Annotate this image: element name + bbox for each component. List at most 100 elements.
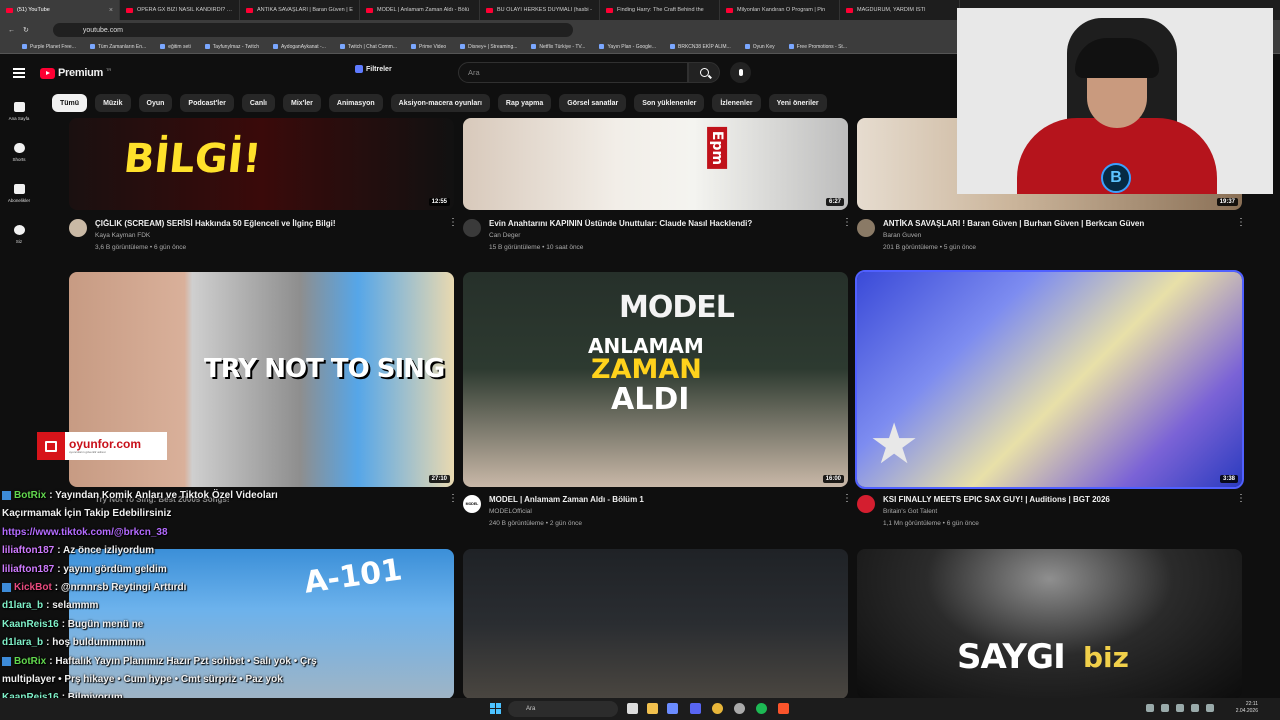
chip-rap[interactable]: Rap yapma (497, 94, 552, 112)
close-tab-icon[interactable]: × (109, 7, 113, 14)
chip-live[interactable]: Canlı (241, 94, 275, 112)
steam-icon[interactable] (734, 703, 745, 714)
browser-tab[interactable]: OPERA GX BİZİ NASIL KANDIRDI? - Y (120, 0, 240, 20)
channel-avatar[interactable]: MODEL (463, 495, 481, 513)
bookmark-item[interactable]: Disney+ | Streaming... (460, 44, 517, 50)
chat-username[interactable]: d1lara_b (2, 637, 43, 648)
tray-icon[interactable] (1176, 704, 1184, 712)
channel-name[interactable]: Kaya Kayman FDK (95, 232, 150, 239)
chip-visual-arts[interactable]: Görsel sanatlar (559, 94, 627, 112)
browser-tab[interactable]: Milyonları Kandıran O Program | Pin (720, 0, 840, 20)
sidebar-item-you[interactable]: Siz (0, 214, 38, 255)
search-input[interactable]: Ara (458, 62, 688, 83)
chip-podcasts[interactable]: Podcast'ler (180, 94, 234, 112)
copilot-icon[interactable] (667, 703, 678, 714)
tray-icon[interactable] (1161, 704, 1169, 712)
hamburger-menu-icon[interactable] (13, 68, 25, 78)
chip-watched[interactable]: İzlenenler (712, 94, 761, 112)
more-actions-icon[interactable]: ⋮ (842, 218, 852, 228)
channel-avatar[interactable] (463, 219, 481, 237)
channel-name[interactable]: Baran Guven (883, 232, 921, 239)
bookmark-item[interactable]: Free Promotions - St... (788, 44, 847, 50)
chip-new-to-you[interactable]: Yeni öneriler (768, 94, 827, 112)
browser-tab[interactable]: ANTİKA SAVAŞLARI | Baran Güven | E (240, 0, 360, 20)
chip-action-adventure[interactable]: Aksiyon-macera oyunları (390, 94, 490, 112)
spotify-icon[interactable] (756, 703, 767, 714)
channel-avatar[interactable] (69, 219, 87, 237)
tray-icon[interactable] (1146, 704, 1154, 712)
bookmark-item[interactable]: Tüm Zamanların En... (89, 44, 146, 50)
search-button[interactable] (688, 62, 720, 83)
windows-start-icon[interactable] (490, 703, 501, 714)
youtube-logo[interactable]: Premium TR (40, 67, 111, 79)
channel-name[interactable]: Britain's Got Talent (883, 508, 937, 515)
browser-tab[interactable]: Finding Harry: The Craft Behind the (600, 0, 720, 20)
video-thumbnail[interactable]: SAYGI biz (857, 549, 1242, 699)
channel-avatar[interactable] (857, 495, 875, 513)
taskbar-clock[interactable]: 22:11 2.04.2026 (1236, 701, 1258, 715)
brave-icon[interactable] (778, 703, 789, 714)
video-thumbnail[interactable]: BİLGİ! 12:55 (69, 118, 454, 210)
chat-username[interactable]: d1lara_b (2, 600, 43, 611)
browser-tab[interactable]: (51) YouTube × (0, 0, 120, 20)
video-title[interactable]: MODEL | Anlamam Zaman Aldı - Bölüm 1 (489, 495, 839, 505)
more-actions-icon[interactable]: ⋮ (448, 218, 458, 228)
video-title[interactable]: Evin Anahtarını KAPININ Üstünde Unuttula… (489, 219, 839, 229)
video-title[interactable]: ANTİKA SAVAŞLARI ! Baran Güven | Burhan … (883, 219, 1233, 229)
taskbar-search[interactable]: Ara (508, 701, 618, 717)
bookmark-item[interactable]: Purple Planet Free... (22, 44, 76, 50)
sidebar-item-shorts[interactable]: Shorts (0, 132, 38, 173)
channel-name[interactable]: Can Deger (489, 232, 520, 239)
video-thumbnail[interactable]: Epm 6:27 (463, 118, 848, 210)
bookmark-item[interactable]: BRKCN38 EKİP ALIM... (670, 44, 731, 50)
chip-music[interactable]: Müzik (95, 94, 131, 112)
video-thumbnail[interactable]: ★ 3:38 (855, 270, 1244, 489)
more-actions-icon[interactable]: ⋮ (842, 494, 852, 504)
volume-icon[interactable] (1206, 704, 1214, 712)
chrome-icon[interactable] (712, 703, 723, 714)
back-icon[interactable]: ← (8, 27, 15, 34)
bookmark-item[interactable]: Twitch | Chat Comm... (339, 44, 397, 50)
channel-name[interactable]: MODELOfficial (489, 508, 532, 515)
browser-tab[interactable]: MAĞDURUM, YARDIM İSTİ (840, 0, 960, 20)
bookmark-item[interactable]: AydoganAykanat -... (273, 44, 326, 50)
chat-username[interactable]: KaanReis16 (2, 619, 59, 630)
video-thumbnail[interactable] (463, 549, 848, 699)
chat-username[interactable]: KickBot (14, 582, 52, 593)
chip-gaming[interactable]: Oyun (138, 94, 173, 112)
filters-button[interactable]: Filtreler (355, 65, 392, 73)
task-view-icon[interactable] (627, 703, 638, 714)
voice-search-button[interactable] (730, 62, 751, 83)
sidebar-item-home[interactable]: Ana Sayfa (0, 91, 38, 132)
channel-avatar[interactable] (857, 219, 875, 237)
video-thumbnail[interactable]: MODEL ANLAMAM ZAMAN ALDI 16:00 (463, 272, 848, 487)
chip-mixes[interactable]: Mix'ler (283, 94, 321, 112)
wifi-icon[interactable] (1191, 704, 1199, 712)
reload-icon[interactable]: ↻ (23, 26, 29, 34)
bookmark-item[interactable]: Yayın Plan - Google... (599, 44, 656, 50)
chat-username[interactable]: BotRix (14, 490, 46, 501)
file-explorer-icon[interactable] (647, 703, 658, 714)
more-actions-icon[interactable]: ⋮ (1236, 218, 1246, 228)
more-actions-icon[interactable]: ⋮ (448, 494, 458, 504)
browser-tab[interactable]: MODEL | Anlamam Zaman Aldı - Bölü (360, 0, 480, 20)
more-actions-icon[interactable]: ⋮ (1236, 494, 1246, 504)
chat-username[interactable]: liliafton187 (2, 545, 54, 556)
chip-recently-uploaded[interactable]: Son yüklenenler (634, 94, 705, 112)
bookmark-item[interactable]: Oyun Key (744, 44, 775, 50)
address-bar[interactable]: youtube.com (52, 23, 573, 37)
video-title[interactable]: ÇIĞLIK (SCREAM) SERİSİ Hakkında 50 Eğlen… (95, 219, 445, 229)
bookmark-item[interactable]: Netflix Türkiye - TV... (531, 44, 585, 50)
chat-username[interactable]: liliafton187 (2, 564, 54, 575)
bookmark-item[interactable]: Prime Video (411, 44, 446, 50)
discord-icon[interactable] (690, 703, 701, 714)
youtube-play-logo-icon (40, 67, 55, 79)
browser-tab[interactable]: BU OLAYI HERKES DUYMALI (hasbi - (480, 0, 600, 20)
chat-username[interactable]: BotRix (14, 656, 46, 667)
chip-all[interactable]: Tümü (52, 94, 88, 112)
bookmark-item[interactable]: Tayfunylmaz - Twitch (204, 44, 259, 50)
bookmark-item[interactable]: eğitim seti (160, 44, 191, 50)
video-title[interactable]: KSI FINALLY MEETS EPIC SAX GUY! | Auditi… (883, 495, 1233, 505)
chip-animation[interactable]: Animasyon (328, 94, 383, 112)
sidebar-item-subscriptions[interactable]: Abonelikler (0, 173, 38, 214)
